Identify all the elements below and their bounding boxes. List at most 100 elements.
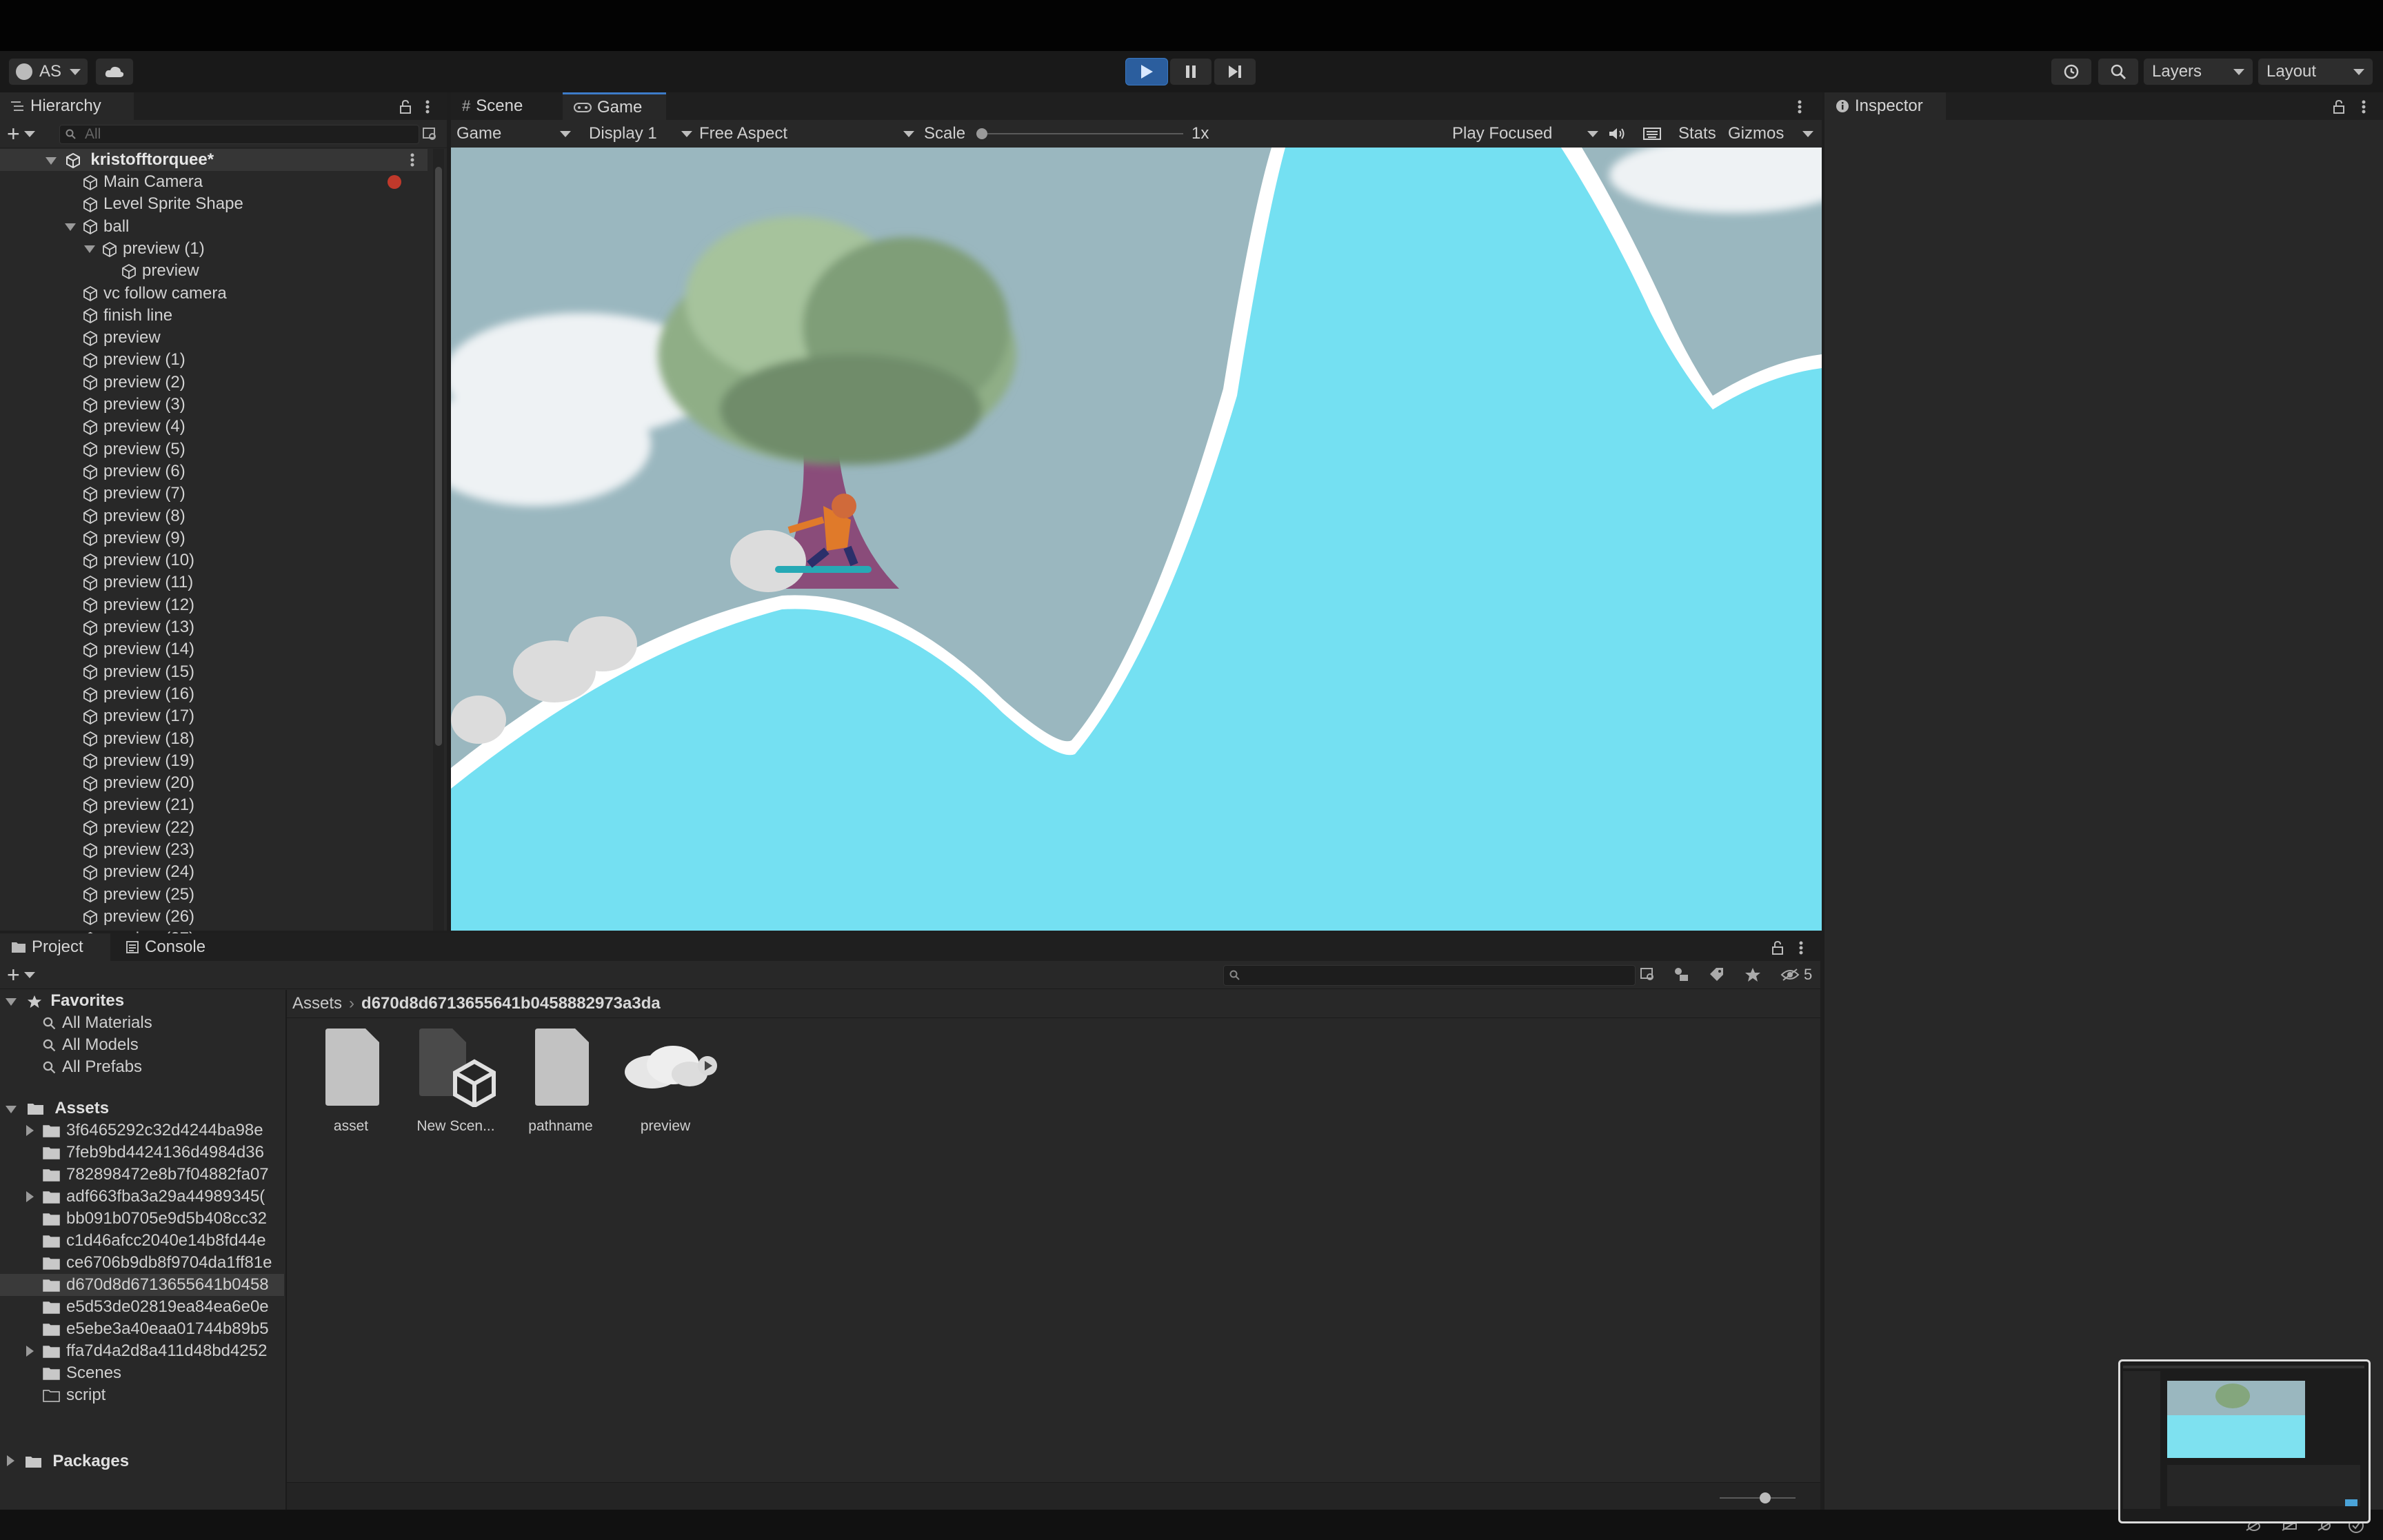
pause-button[interactable] bbox=[1169, 58, 1212, 85]
lock-icon[interactable] bbox=[1771, 940, 1784, 955]
keyboard-icon[interactable] bbox=[1642, 126, 1662, 141]
star-icon[interactable] bbox=[1744, 967, 1761, 982]
packages-header[interactable]: Packages bbox=[0, 1450, 284, 1472]
view-dropdown[interactable]: Game bbox=[456, 120, 571, 148]
expand-arrow-icon[interactable] bbox=[65, 223, 76, 231]
hierarchy-item[interactable]: Main Camera bbox=[0, 171, 428, 193]
asset-folder-item[interactable]: ffa7d4a2d8a411d48bd4252 bbox=[0, 1340, 284, 1362]
tab-project[interactable]: Project bbox=[0, 933, 110, 961]
cloud-button[interactable] bbox=[95, 58, 134, 85]
hierarchy-item[interactable]: preview (2) bbox=[0, 372, 428, 394]
layout-dropdown[interactable]: Layout bbox=[2258, 58, 2373, 85]
expand-arrow-icon[interactable] bbox=[46, 157, 57, 165]
hierarchy-item[interactable]: preview (25) bbox=[0, 884, 428, 906]
tab-console[interactable]: Console bbox=[114, 933, 218, 961]
expand-arrow-icon[interactable] bbox=[26, 1125, 34, 1136]
hierarchy-item[interactable]: preview (16) bbox=[0, 683, 428, 705]
hierarchy-item[interactable]: preview (7) bbox=[0, 483, 428, 505]
hierarchy-item[interactable]: preview (17) bbox=[0, 705, 428, 727]
asset-folder-item[interactable]: script bbox=[0, 1384, 284, 1406]
asset-folder-item[interactable]: e5d53de02819ea84ea6e0e bbox=[0, 1296, 284, 1318]
hierarchy-item[interactable]: preview (13) bbox=[0, 616, 428, 638]
hierarchy-item[interactable]: preview (26) bbox=[0, 906, 428, 928]
assets-header[interactable]: Assets bbox=[0, 1097, 284, 1119]
hierarchy-item[interactable]: preview (6) bbox=[0, 460, 428, 483]
hierarchy-item[interactable]: preview (8) bbox=[0, 505, 428, 527]
hierarchy-item[interactable]: preview (1) bbox=[0, 238, 428, 260]
display-dropdown[interactable]: Display 1 bbox=[589, 120, 692, 148]
hierarchy-item[interactable]: vc follow camera bbox=[0, 283, 428, 305]
hierarchy-item[interactable]: preview (19) bbox=[0, 750, 428, 772]
search-by-type-icon[interactable] bbox=[1640, 967, 1656, 982]
expand-arrow-icon[interactable] bbox=[26, 1346, 34, 1357]
asset-folder-item[interactable]: 782898472e8b7f04882fa07 bbox=[0, 1164, 284, 1186]
project-search-input[interactable] bbox=[1223, 965, 1636, 986]
hierarchy-item[interactable]: preview (21) bbox=[0, 794, 428, 816]
play-mode-dropdown[interactable]: Play Focused bbox=[1452, 120, 1598, 148]
hierarchy-item[interactable]: preview (1) bbox=[0, 349, 428, 371]
hierarchy-scrollbar[interactable] bbox=[433, 149, 444, 931]
hierarchy-scroll-thumb[interactable] bbox=[435, 167, 442, 746]
more-menu-icon[interactable] bbox=[410, 152, 415, 168]
scale-slider[interactable] bbox=[976, 128, 1183, 139]
asset-folder-item[interactable]: 7feb9bd4424136d4984d36 bbox=[0, 1142, 284, 1164]
hierarchy-item[interactable]: ball bbox=[0, 216, 428, 238]
asset-folder-item[interactable]: Scenes bbox=[0, 1362, 284, 1384]
expand-arrow-icon[interactable] bbox=[6, 1106, 17, 1113]
hierarchy-item[interactable]: preview (5) bbox=[0, 438, 428, 460]
label-tag-icon[interactable] bbox=[1709, 967, 1725, 982]
tab-game[interactable]: Game bbox=[563, 92, 666, 120]
more-menu-icon[interactable] bbox=[2361, 99, 2366, 114]
layers-dropdown[interactable]: Layers bbox=[2143, 58, 2253, 85]
hierarchy-item[interactable]: preview bbox=[0, 260, 428, 282]
tab-scene[interactable]: # Scene bbox=[451, 92, 554, 120]
hierarchy-item[interactable]: Level Sprite Shape bbox=[0, 193, 428, 215]
hierarchy-item[interactable]: preview (20) bbox=[0, 772, 428, 794]
hidden-packages-toggle[interactable]: 5 bbox=[1780, 965, 1812, 984]
filter-type-icon[interactable] bbox=[1673, 967, 1689, 982]
hierarchy-item[interactable]: preview (24) bbox=[0, 861, 428, 883]
search-button[interactable] bbox=[2098, 58, 2139, 85]
more-menu-icon[interactable] bbox=[1798, 940, 1804, 955]
tab-hierarchy[interactable]: Hierarchy bbox=[0, 92, 134, 120]
audio-icon[interactable] bbox=[1608, 126, 1626, 141]
account-dropdown[interactable]: AS bbox=[8, 58, 88, 85]
expand-arrow-icon[interactable] bbox=[7, 1455, 14, 1466]
asset-folder-item[interactable]: d670d8d6713655641b0458 bbox=[0, 1274, 284, 1296]
asset-folder-item[interactable]: e5ebe3a40eaa01744b89b5 bbox=[0, 1318, 284, 1340]
hierarchy-item[interactable]: preview (23) bbox=[0, 839, 428, 861]
history-button[interactable] bbox=[2051, 58, 2092, 85]
scene-search-icon[interactable] bbox=[422, 127, 439, 142]
icon-size-slider-thumb[interactable] bbox=[1760, 1492, 1771, 1503]
scale-slider-thumb[interactable] bbox=[976, 128, 987, 139]
hierarchy-item[interactable]: preview (15) bbox=[0, 661, 428, 683]
hierarchy-search-input[interactable]: All bbox=[59, 125, 419, 144]
hierarchy-item[interactable]: preview (22) bbox=[0, 817, 428, 839]
scene-root-row[interactable]: kristofftorquee* bbox=[0, 149, 428, 171]
asset-folder-item[interactable]: bb091b0705e9d5b408cc32 bbox=[0, 1208, 284, 1230]
hierarchy-item[interactable]: preview (4) bbox=[0, 416, 428, 438]
hierarchy-item[interactable]: preview (14) bbox=[0, 638, 428, 660]
hierarchy-item[interactable]: preview (18) bbox=[0, 728, 428, 750]
hierarchy-item[interactable]: finish line bbox=[0, 305, 428, 327]
stats-button[interactable]: Stats bbox=[1678, 120, 1716, 148]
play-button[interactable] bbox=[1125, 58, 1168, 85]
lock-icon[interactable] bbox=[399, 99, 412, 114]
icon-size-slider[interactable] bbox=[1720, 1492, 1796, 1503]
favorites-header[interactable]: Favorites bbox=[0, 990, 284, 1012]
asset-folder-item[interactable]: adf663fba3a29a44989345( bbox=[0, 1186, 284, 1208]
create-button[interactable]: + bbox=[7, 123, 46, 145]
window-preview-thumbnail[interactable] bbox=[2118, 1359, 2371, 1523]
expand-arrow-icon[interactable] bbox=[26, 1191, 34, 1202]
favorite-item[interactable]: All Models bbox=[0, 1034, 284, 1056]
lock-icon[interactable] bbox=[2332, 99, 2346, 114]
favorite-item[interactable]: All Prefabs bbox=[0, 1056, 284, 1078]
step-button[interactable] bbox=[1214, 58, 1256, 85]
hierarchy-item[interactable]: preview (10) bbox=[0, 549, 428, 571]
project-create-button[interactable]: + bbox=[7, 964, 46, 986]
hierarchy-item[interactable]: preview (9) bbox=[0, 527, 428, 549]
asset-folder-item[interactable]: ce6706b9db8f9704da1ff81e bbox=[0, 1252, 284, 1274]
hierarchy-item[interactable]: preview (12) bbox=[0, 594, 428, 616]
favorite-item[interactable]: All Materials bbox=[0, 1012, 284, 1034]
aspect-dropdown[interactable]: Free Aspect bbox=[699, 120, 914, 148]
